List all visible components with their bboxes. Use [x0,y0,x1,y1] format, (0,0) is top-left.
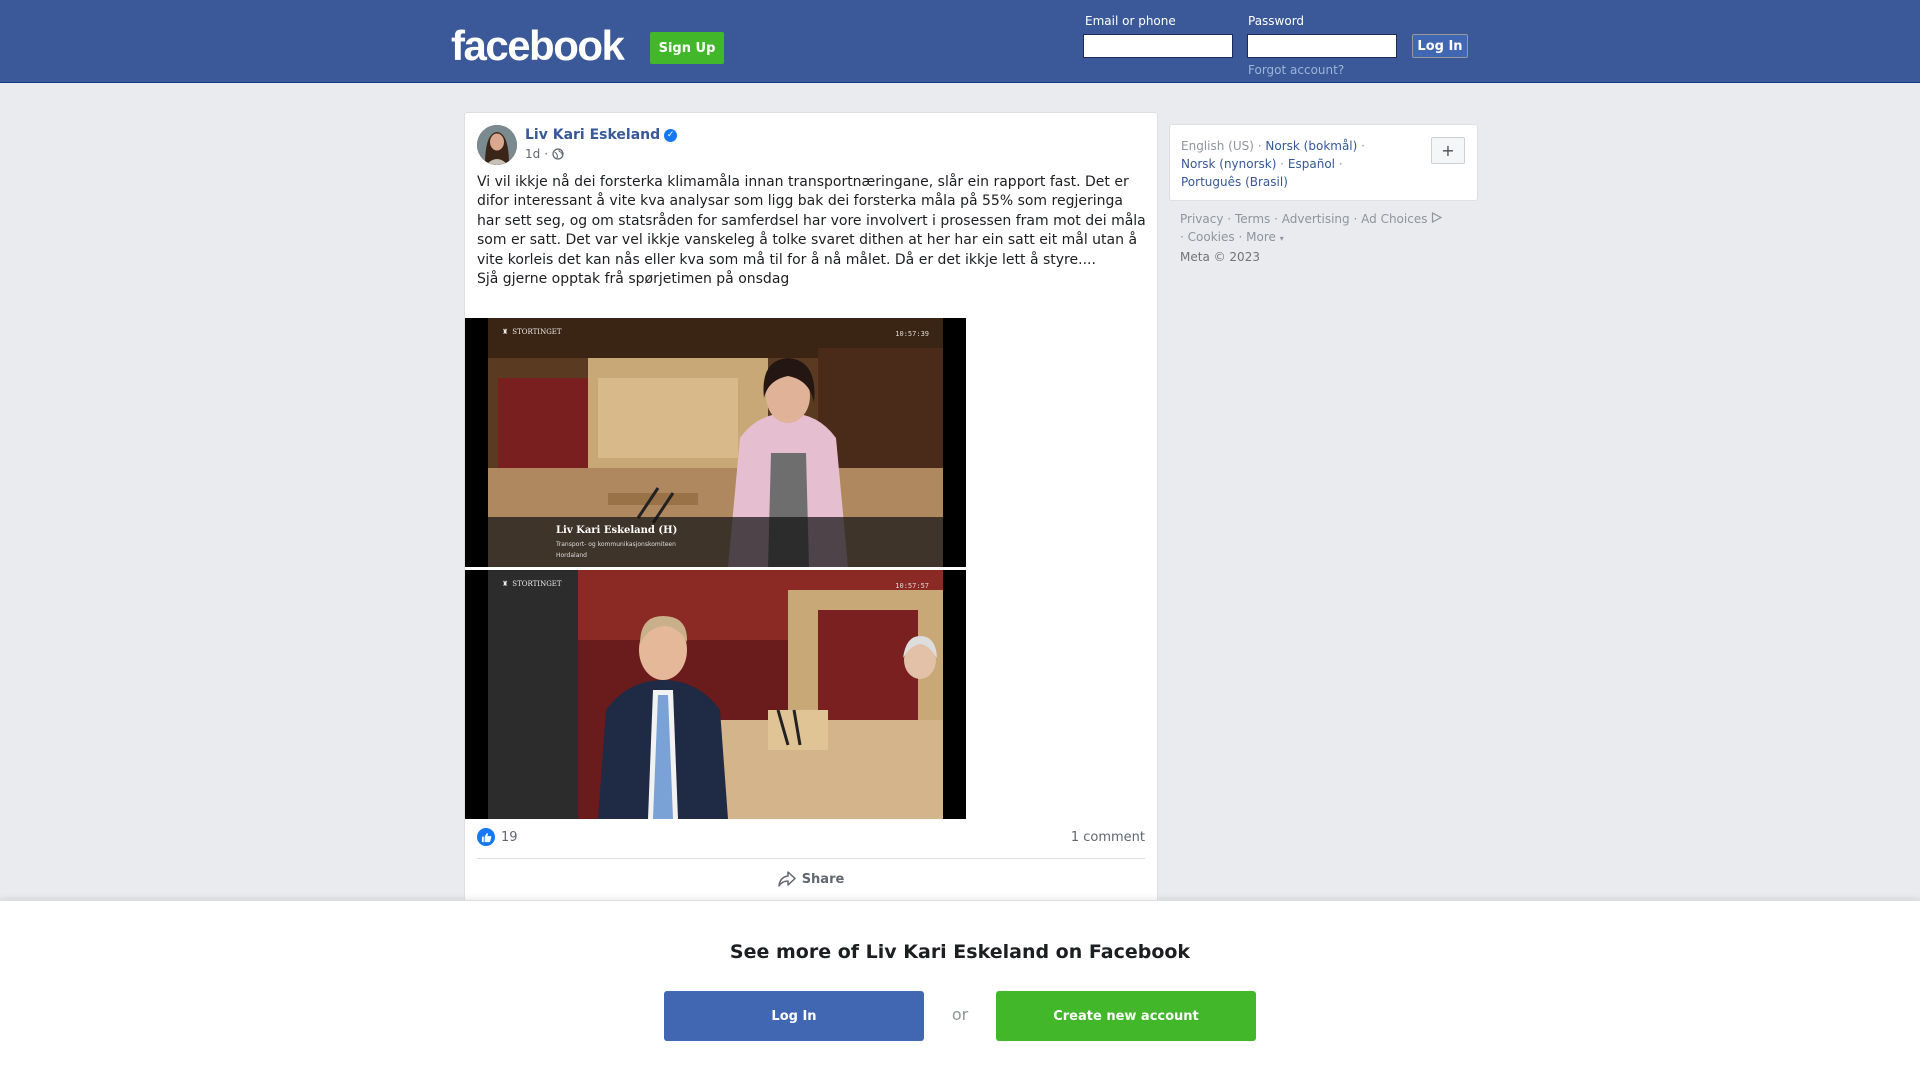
top-bar: facebook Sign Up Email or phone Password… [0,0,1920,83]
ad-choices-icon [1432,212,1443,223]
lang-link-norsk-bokmal[interactable]: Norsk (bokmål) [1265,139,1357,153]
post-media[interactable]: ♜ STORTINGET 10:57:39 Liv Kari Eskeland … [465,318,966,819]
language-selector: English (US) · Norsk (bokmål) · Norsk (n… [1169,124,1478,201]
globe-icon [552,148,564,160]
lower-third: Liv Kari Eskeland (H) Transport- og komm… [488,517,943,567]
author-name[interactable]: Liv Kari Eskeland ✓ [525,127,678,143]
language-list: English (US) · Norsk (bokmål) · Norsk (n… [1181,137,1411,191]
footer-separator: · [1274,212,1278,226]
share-label: Share [801,871,845,887]
lang-separator: · [1257,139,1262,153]
reactions-summary[interactable]: 19 [477,828,518,846]
email-label: Email or phone [1085,14,1176,28]
like-icon [477,828,495,846]
like-count[interactable]: 19 [501,830,518,845]
lang-link-espanol[interactable]: Español [1288,157,1335,171]
log-in-button[interactable]: Log In [1412,34,1468,58]
share-button[interactable]: Share [465,871,1157,887]
overlay-title: See more of Liv Kari Eskeland on Faceboo… [729,941,1191,963]
footer-separator: · [1180,230,1184,244]
lang-current: English (US) [1181,139,1254,153]
share-icon [777,871,796,887]
stortinget-logo: ♜ STORTINGET [502,328,562,336]
author-name-text[interactable]: Liv Kari Eskeland [525,127,660,143]
lang-separator: · [1338,157,1343,171]
create-account-button[interactable]: Create new account [996,991,1256,1041]
verified-icon: ✓ [664,128,678,142]
more-languages-button[interactable]: + [1431,137,1465,164]
copyright: Meta © 2023 [1180,250,1260,264]
caret-down-icon: ▾ [1279,234,1284,243]
post-paragraph: Vi vil ikkje nå dei forsterka klimamåla … [477,174,1146,268]
lion-icon: ♜ [502,328,509,336]
video-timestamp: 10:57:57 [895,582,929,590]
facebook-logo[interactable]: facebook [451,22,625,70]
footer-link-ad-choices[interactable]: Ad Choices [1361,212,1427,226]
channel-name: STORTINGET [512,328,562,336]
forgot-account-link[interactable]: Forgot account? [1248,63,1344,77]
password-field[interactable] [1247,34,1397,58]
video-still-speaker[interactable]: ♜ STORTINGET 10:57:39 Liv Kari Eskeland … [465,318,966,567]
lang-separator: · [1361,139,1365,153]
lang-separator: · [1280,157,1285,171]
chamber-scene-image [488,570,943,819]
speaker-region: Hordaland [556,552,587,559]
post-paragraph: Sjå gjerne opptak frå spørjetimen på ons… [477,271,790,288]
footer-separator: · [1227,212,1232,226]
footer-links: Privacy · Terms · Advertising · Ad Choic… [1180,210,1480,266]
video-still-minister[interactable]: ♜ STORTINGET 10:57:57 [465,570,966,819]
post-meta: 1d · [525,147,564,161]
speaker-name: Liv Kari Eskeland (H) [556,525,678,536]
author-avatar[interactable] [477,125,517,165]
video-timestamp: 10:57:39 [895,330,929,338]
stortinget-logo: ♜ STORTINGET [502,580,562,588]
speaker-committee: Transport- og kommunikasjonskomiteen [556,541,676,548]
footer-link-privacy[interactable]: Privacy [1180,212,1223,226]
post-card: Liv Kari Eskeland ✓ 1d · Vi vil ikkje nå… [464,112,1158,902]
footer-separator: · [1238,230,1243,244]
footer-link-more[interactable]: More [1246,230,1276,244]
footer-link-terms[interactable]: Terms [1235,212,1270,226]
comments-count[interactable]: 1 comment [1071,830,1145,845]
channel-name: STORTINGET [512,580,562,588]
lang-link-norsk-nynorsk[interactable]: Norsk (nynorsk) [1181,157,1276,171]
overlay-log-in-button[interactable]: Log In [664,991,924,1041]
password-label: Password [1248,14,1305,28]
post-text: Vi vil ikkje nå dei forsterka klimamåla … [477,173,1147,289]
email-field[interactable] [1083,34,1233,58]
lang-link-portugues[interactable]: Português (Brasil) [1181,175,1288,189]
login-prompt-overlay: See more of Liv Kari Eskeland on Faceboo… [0,900,1920,1080]
footer-link-cookies[interactable]: Cookies [1188,230,1235,244]
lion-icon: ♜ [502,580,509,588]
footer-link-advertising[interactable]: Advertising [1282,212,1350,226]
post-time[interactable]: 1d [525,147,540,161]
or-label: or [951,1005,969,1024]
action-divider [477,858,1145,859]
footer-separator: · [1353,212,1358,226]
meta-separator: · [544,147,549,161]
sign-up-button[interactable]: Sign Up [650,32,724,64]
